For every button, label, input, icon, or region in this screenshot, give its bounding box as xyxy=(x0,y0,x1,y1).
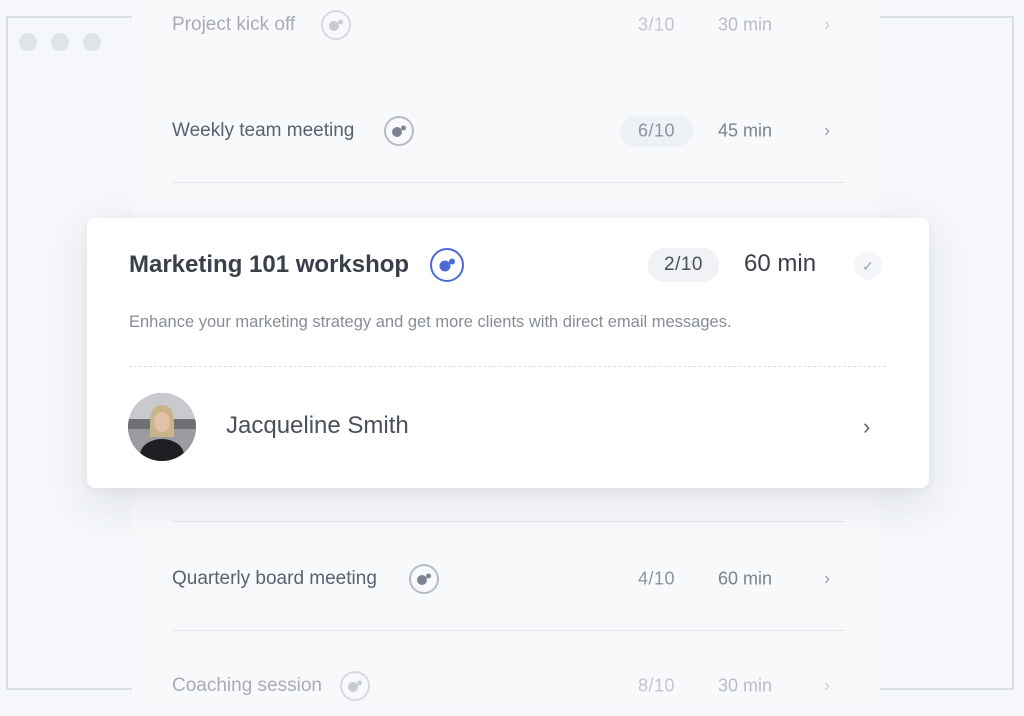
meeting-icon xyxy=(384,116,414,146)
row-divider xyxy=(172,182,845,183)
meeting-description: Enhance your marketing strategy and get … xyxy=(129,313,732,331)
chevron-right-icon[interactable]: › xyxy=(824,15,830,36)
meeting-duration: 45 min xyxy=(718,120,773,141)
meeting-row-project-kick-off[interactable]: Project kick off 3/10 30 min › xyxy=(132,0,878,55)
meeting-row-coaching-session[interactable]: Coaching session 8/10 30 min › xyxy=(132,656,878,716)
attendee-count: 3/10 xyxy=(638,14,676,35)
host-name: Jacqueline Smith xyxy=(226,412,409,439)
meeting-duration: 30 min xyxy=(718,14,773,35)
frame-bottom-border-right xyxy=(880,688,1014,690)
active-meeting-title: Marketing 101 workshop xyxy=(129,251,410,278)
meeting-icon xyxy=(409,564,439,594)
frame-top-border-right xyxy=(880,16,1014,18)
meeting-row-weekly-team-meeting[interactable]: Weekly team meeting 6/10 45 min › xyxy=(132,101,878,161)
meeting-row-quarterly-board-meeting[interactable]: Quarterly board meeting 4/10 60 min › xyxy=(132,549,878,609)
attendee-count: 6/10 xyxy=(620,115,694,147)
window-minimize-dot[interactable] xyxy=(51,33,69,51)
meeting-icon xyxy=(340,671,370,701)
frame-right-border xyxy=(1012,16,1014,690)
meeting-duration: 30 min xyxy=(718,675,773,696)
meeting-title: Quarterly board meeting xyxy=(172,568,377,589)
active-meeting-card[interactable]: Marketing 101 workshop 2/10 60 min ✓ Enh… xyxy=(87,218,929,488)
meeting-title: Coaching session xyxy=(172,675,322,696)
attendee-count: 4/10 xyxy=(638,568,676,589)
attendee-count: 8/10 xyxy=(638,675,676,696)
meeting-duration: 60 min xyxy=(718,568,773,589)
window-controls xyxy=(19,33,101,51)
frame-left-border xyxy=(6,16,8,690)
meeting-duration: 60 min xyxy=(744,250,817,277)
chevron-right-icon[interactable]: › xyxy=(863,414,870,440)
frame-bottom-border-left xyxy=(6,688,134,690)
check-icon[interactable]: ✓ xyxy=(854,252,882,280)
meeting-icon xyxy=(430,248,464,282)
chevron-right-icon[interactable]: › xyxy=(824,121,830,142)
avatar xyxy=(128,393,196,461)
chevron-right-icon[interactable]: › xyxy=(824,569,830,590)
meeting-title: Project kick off xyxy=(172,14,296,35)
card-divider xyxy=(129,366,886,367)
row-divider xyxy=(172,521,845,522)
meeting-icon xyxy=(321,10,351,40)
frame-top-border-left xyxy=(6,16,134,18)
window-close-dot[interactable] xyxy=(19,33,37,51)
window-maximize-dot[interactable] xyxy=(83,33,101,51)
meeting-title: Weekly team meeting xyxy=(172,120,355,141)
attendee-count: 2/10 xyxy=(648,248,719,282)
chevron-right-icon[interactable]: › xyxy=(824,676,830,697)
row-divider xyxy=(172,630,845,631)
